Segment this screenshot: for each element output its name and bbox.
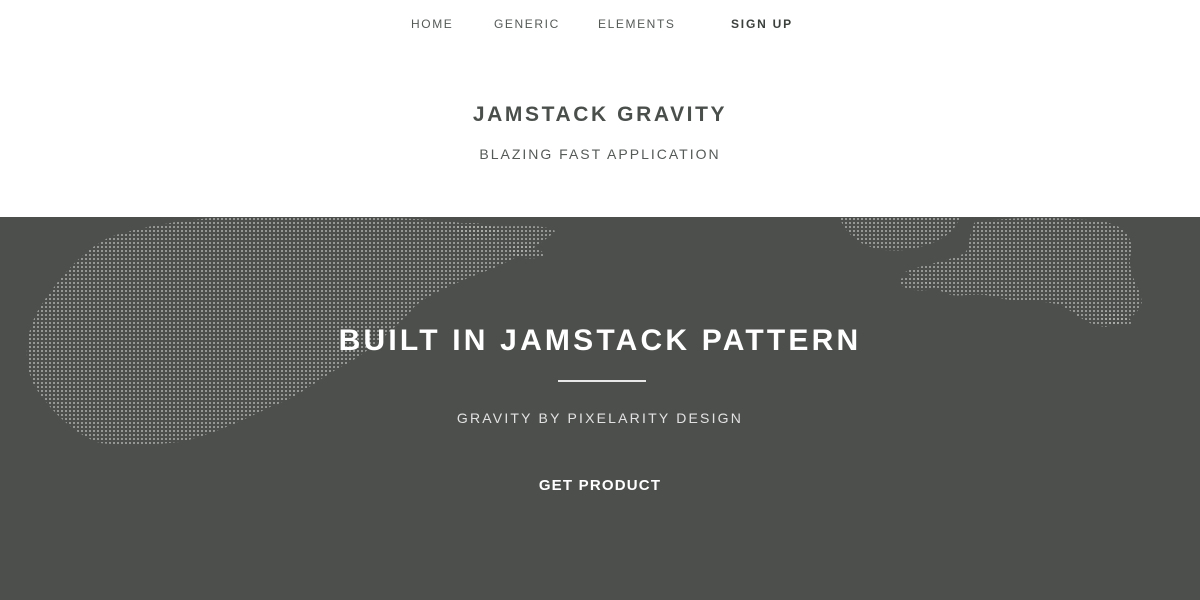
sign-up-link[interactable]: SIGN UP xyxy=(731,17,793,31)
hero-subheading: GRAVITY BY PIXELARITY DESIGN xyxy=(456,410,744,426)
hero-heading: BUILT IN JAMSTACK PATTERN xyxy=(338,324,862,357)
top-navigation: HOME GENERIC ELEMENTS SIGN UP xyxy=(0,0,1200,50)
hero-banner: BUILT IN JAMSTACK PATTERN GRAVITY BY PIX… xyxy=(0,217,1200,600)
hero-divider xyxy=(558,380,646,382)
world-map-dots-background xyxy=(26,217,1142,445)
page: HOME GENERIC ELEMENTS SIGN UP JAMSTACK G… xyxy=(0,0,1200,600)
get-product-button[interactable]: GET PRODUCT xyxy=(510,475,690,495)
nav-item-generic[interactable]: GENERIC xyxy=(494,17,560,31)
nav-item-elements[interactable]: ELEMENTS xyxy=(598,17,675,31)
map-landmass-right-top xyxy=(840,217,960,251)
site-tagline: BLAZING FAST APPLICATION xyxy=(479,146,721,162)
site-title: JAMSTACK GRAVITY xyxy=(472,103,728,126)
nav-item-home[interactable]: HOME xyxy=(411,17,453,31)
